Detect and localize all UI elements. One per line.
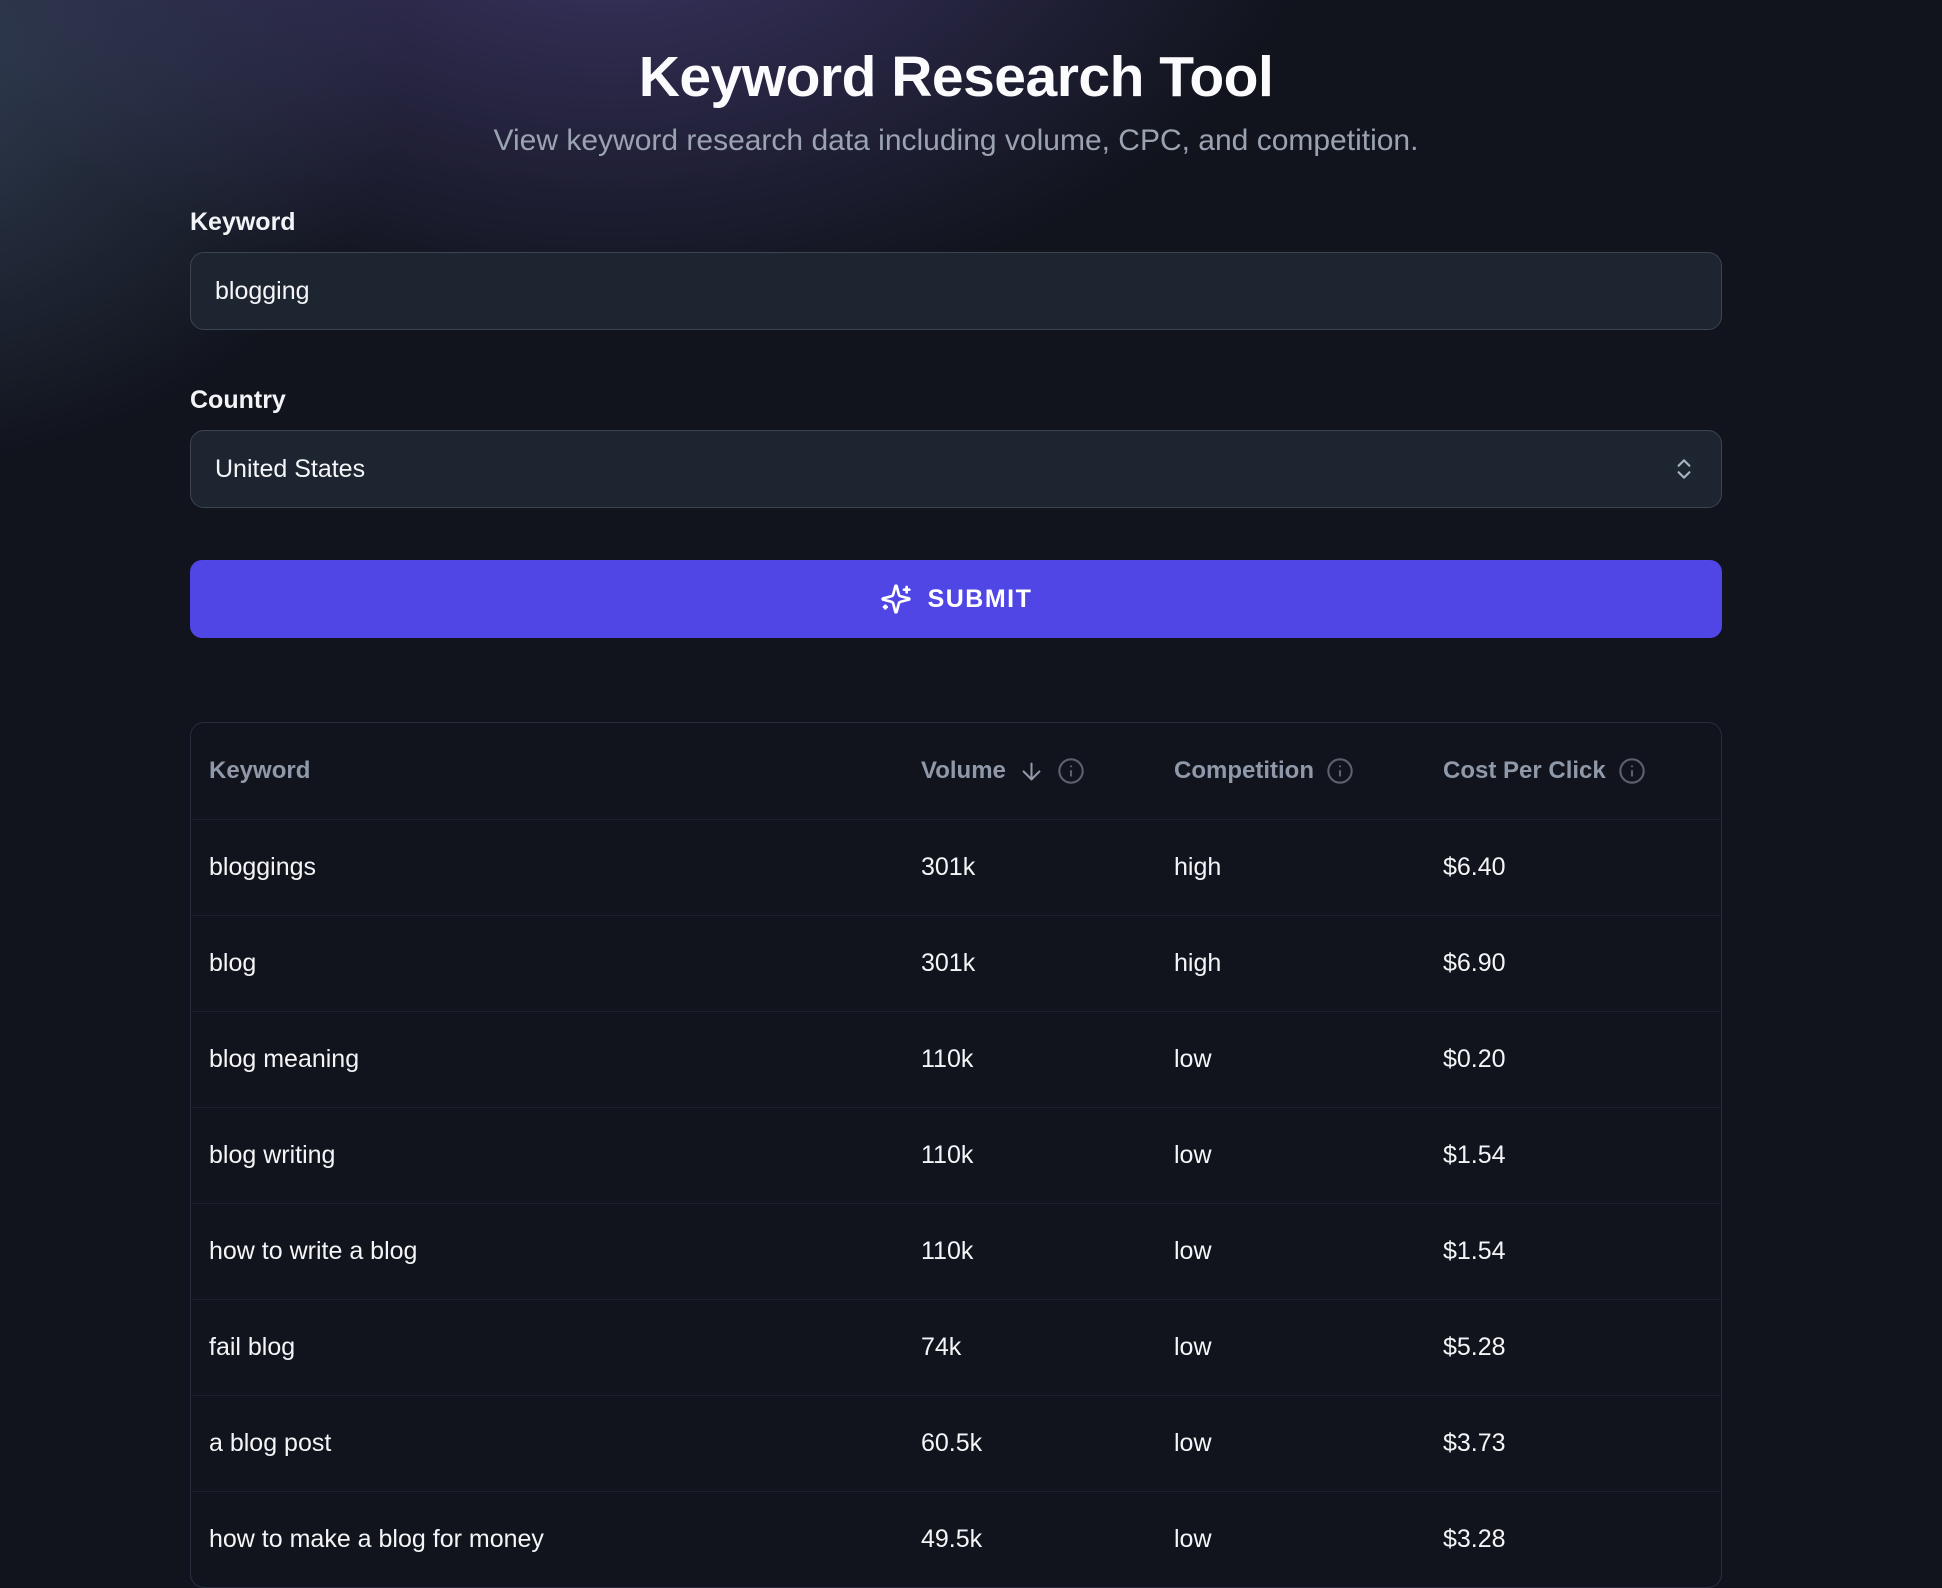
keyword-input[interactable] bbox=[190, 252, 1722, 330]
table-row: fail blog 74k low $5.28 bbox=[191, 1299, 1721, 1395]
table-row: blog 301k high $6.90 bbox=[191, 915, 1721, 1011]
cell-cpc: $1.54 bbox=[1443, 1204, 1722, 1299]
cell-competition: high bbox=[1174, 820, 1443, 915]
cell-volume: 301k bbox=[921, 916, 1174, 1011]
results-table: Keyword Volume Competition bbox=[190, 722, 1722, 1588]
table-row: blog writing 110k low $1.54 bbox=[191, 1107, 1721, 1203]
cell-volume: 74k bbox=[921, 1300, 1174, 1395]
country-label: Country bbox=[190, 386, 1722, 415]
cell-cpc: $3.73 bbox=[1443, 1396, 1722, 1491]
cell-volume: 110k bbox=[921, 1012, 1174, 1107]
table-row: how to write a blog 110k low $1.54 bbox=[191, 1203, 1721, 1299]
cell-keyword: blog bbox=[191, 916, 921, 1011]
cell-volume: 110k bbox=[921, 1204, 1174, 1299]
cell-volume: 60.5k bbox=[921, 1396, 1174, 1491]
cell-competition: high bbox=[1174, 916, 1443, 1011]
info-icon[interactable] bbox=[1326, 757, 1354, 785]
cell-competition: low bbox=[1174, 1300, 1443, 1395]
cell-keyword: a blog post bbox=[191, 1396, 921, 1491]
cell-volume: 110k bbox=[921, 1108, 1174, 1203]
cell-keyword: bloggings bbox=[191, 820, 921, 915]
cell-competition: low bbox=[1174, 1396, 1443, 1491]
table-row: how to make a blog for money 49.5k low $… bbox=[191, 1491, 1721, 1587]
table-header-row: Keyword Volume Competition bbox=[191, 723, 1721, 819]
column-header-competition-label: Competition bbox=[1174, 757, 1314, 785]
column-header-keyword-label: Keyword bbox=[209, 757, 310, 785]
cell-keyword: blog writing bbox=[191, 1108, 921, 1203]
cell-cpc: $0.20 bbox=[1443, 1012, 1722, 1107]
page-title: Keyword Research Tool bbox=[190, 0, 1722, 110]
cell-cpc: $5.28 bbox=[1443, 1300, 1722, 1395]
cell-competition: low bbox=[1174, 1012, 1443, 1107]
cell-keyword: blog meaning bbox=[191, 1012, 921, 1107]
cell-keyword: fail blog bbox=[191, 1300, 921, 1395]
cell-cpc: $6.40 bbox=[1443, 820, 1722, 915]
table-row: a blog post 60.5k low $3.73 bbox=[191, 1395, 1721, 1491]
table-row: bloggings 301k high $6.40 bbox=[191, 819, 1721, 915]
main-container: Keyword Research Tool View keyword resea… bbox=[190, 0, 1722, 1588]
country-select[interactable]: United States bbox=[190, 430, 1722, 508]
cell-keyword: how to write a blog bbox=[191, 1204, 921, 1299]
arrow-down-icon[interactable] bbox=[1018, 758, 1045, 785]
column-header-keyword[interactable]: Keyword bbox=[191, 723, 921, 819]
cell-cpc: $3.28 bbox=[1443, 1492, 1722, 1587]
cell-competition: low bbox=[1174, 1108, 1443, 1203]
column-header-volume-label: Volume bbox=[921, 757, 1006, 785]
column-header-cpc-label: Cost Per Click bbox=[1443, 757, 1606, 785]
cell-competition: low bbox=[1174, 1492, 1443, 1587]
chevrons-up-down-icon bbox=[1671, 456, 1697, 482]
column-header-cpc[interactable]: Cost Per Click bbox=[1443, 723, 1722, 819]
cell-volume: 49.5k bbox=[921, 1492, 1174, 1587]
submit-button[interactable]: SUBMIT bbox=[190, 560, 1722, 638]
table-row: blog meaning 110k low $0.20 bbox=[191, 1011, 1721, 1107]
country-select-value: United States bbox=[215, 455, 365, 484]
submit-button-label: SUBMIT bbox=[928, 585, 1033, 614]
cell-cpc: $1.54 bbox=[1443, 1108, 1722, 1203]
info-icon[interactable] bbox=[1618, 757, 1646, 785]
cell-volume: 301k bbox=[921, 820, 1174, 915]
column-header-competition[interactable]: Competition bbox=[1174, 723, 1443, 819]
keyword-label: Keyword bbox=[190, 208, 1722, 237]
cell-competition: low bbox=[1174, 1204, 1443, 1299]
cell-keyword: how to make a blog for money bbox=[191, 1492, 921, 1587]
sparkles-icon bbox=[880, 583, 912, 615]
cell-cpc: $6.90 bbox=[1443, 916, 1722, 1011]
info-icon[interactable] bbox=[1057, 757, 1085, 785]
page-subtitle: View keyword research data including vol… bbox=[190, 124, 1722, 158]
column-header-volume[interactable]: Volume bbox=[921, 723, 1174, 819]
